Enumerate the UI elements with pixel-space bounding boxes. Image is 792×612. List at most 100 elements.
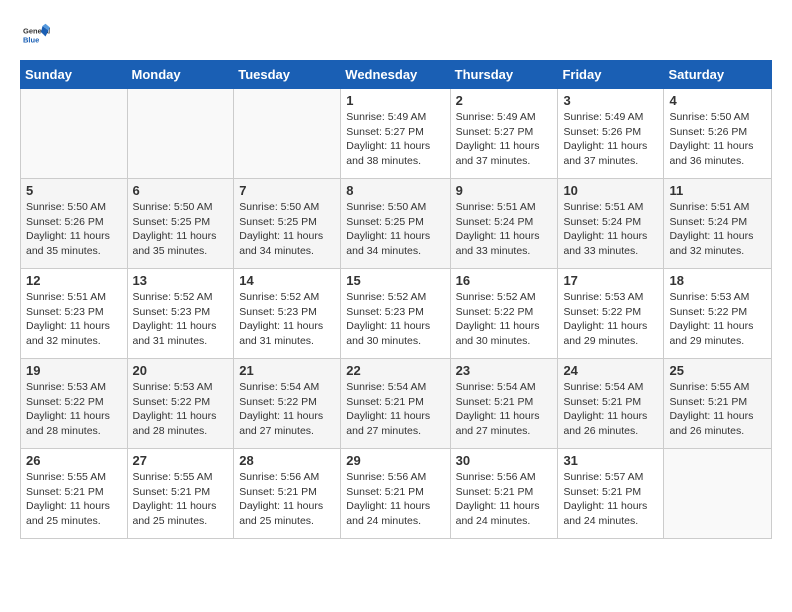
calendar-cell: 12Sunrise: 5:51 AMSunset: 5:23 PMDayligh…	[21, 269, 128, 359]
calendar-cell: 15 Sunrise: 5:52 AMSunset: 5:23 PMDayligh…	[341, 269, 450, 359]
header: General Blue	[20, 20, 772, 50]
calendar-cell: 14Sunrise: 5:52 AMSunset: 5:23 PMDayligh…	[234, 269, 341, 359]
calendar-cell: 4 Sunrise: 5:50 AMSunset: 5:26 PMDaylight…	[664, 89, 772, 179]
calendar-cell: 30 Sunrise: 5:56 AMSunset: 5:21 PMDayligh…	[450, 449, 558, 539]
day-info: Sunrise: 5:56 AMSunset: 5:21 PMDaylight:…	[239, 470, 335, 529]
day-info: Sunrise: 5:53 AMSunset: 5:22 PMDaylight:…	[26, 380, 122, 439]
calendar-week-5: 26 Sunrise: 5:55 AMSunset: 5:21 PMDayligh…	[21, 449, 772, 539]
day-info: Sunrise: 5:56 AMSunset: 5:21 PMDaylight:…	[456, 470, 553, 529]
calendar-week-3: 12Sunrise: 5:51 AMSunset: 5:23 PMDayligh…	[21, 269, 772, 359]
calendar-cell: 29 Sunrise: 5:56 AMSunset: 5:21 PMDayligh…	[341, 449, 450, 539]
day-number: 24	[563, 363, 658, 378]
day-number: 27	[133, 453, 229, 468]
day-number: 25	[669, 363, 766, 378]
day-number: 31	[563, 453, 658, 468]
header-sunday: Sunday	[21, 61, 128, 89]
calendar-cell: 21 Sunrise: 5:54 AMSunset: 5:22 PMDayligh…	[234, 359, 341, 449]
day-number: 13	[133, 273, 229, 288]
header-saturday: Saturday	[664, 61, 772, 89]
day-info: Sunrise: 5:52 AMSunset: 5:23 PMDaylight:…	[239, 290, 335, 349]
header-tuesday: Tuesday	[234, 61, 341, 89]
day-number: 18	[669, 273, 766, 288]
day-info: Sunrise: 5:54 AMSunset: 5:21 PMDaylight:…	[346, 380, 444, 439]
day-info: Sunrise: 5:51 AMSunset: 5:24 PMDaylight:…	[456, 200, 553, 259]
calendar-week-4: 19Sunrise: 5:53 AMSunset: 5:22 PMDayligh…	[21, 359, 772, 449]
day-info: Sunrise: 5:51 AMSunset: 5:24 PMDaylight:…	[669, 200, 766, 259]
day-number: 29	[346, 453, 444, 468]
day-number: 28	[239, 453, 335, 468]
calendar-cell	[234, 89, 341, 179]
calendar-cell	[21, 89, 128, 179]
calendar-cell: 23 Sunrise: 5:54 AMSunset: 5:21 PMDayligh…	[450, 359, 558, 449]
calendar-cell: 1 Sunrise: 5:49 AMSunset: 5:27 PMDaylight…	[341, 89, 450, 179]
day-number: 17	[563, 273, 658, 288]
day-number: 6	[133, 183, 229, 198]
calendar-cell: 3Sunrise: 5:49 AMSunset: 5:26 PMDaylight…	[558, 89, 664, 179]
calendar-cell: 24Sunrise: 5:54 AMSunset: 5:21 PMDayligh…	[558, 359, 664, 449]
day-info: Sunrise: 5:53 AMSunset: 5:22 PMDaylight:…	[669, 290, 766, 349]
day-info: Sunrise: 5:54 AMSunset: 5:22 PMDaylight:…	[239, 380, 335, 439]
header-friday: Friday	[558, 61, 664, 89]
day-number: 22	[346, 363, 444, 378]
calendar-cell: 9 Sunrise: 5:51 AMSunset: 5:24 PMDaylight…	[450, 179, 558, 269]
day-info: Sunrise: 5:49 AMSunset: 5:27 PMDaylight:…	[346, 110, 444, 169]
day-info: Sunrise: 5:55 AMSunset: 5:21 PMDaylight:…	[133, 470, 229, 529]
header-thursday: Thursday	[450, 61, 558, 89]
day-number: 7	[239, 183, 335, 198]
day-info: Sunrise: 5:50 AMSunset: 5:26 PMDaylight:…	[669, 110, 766, 169]
day-info: Sunrise: 5:50 AMSunset: 5:26 PMDaylight:…	[26, 200, 122, 259]
day-number: 11	[669, 183, 766, 198]
header-monday: Monday	[127, 61, 234, 89]
day-info: Sunrise: 5:49 AMSunset: 5:27 PMDaylight:…	[456, 110, 553, 169]
calendar-cell: 5 Sunrise: 5:50 AMSunset: 5:26 PMDaylight…	[21, 179, 128, 269]
calendar-cell: 2 Sunrise: 5:49 AMSunset: 5:27 PMDaylight…	[450, 89, 558, 179]
day-info: Sunrise: 5:51 AMSunset: 5:24 PMDaylight:…	[563, 200, 658, 259]
calendar-week-2: 5 Sunrise: 5:50 AMSunset: 5:26 PMDaylight…	[21, 179, 772, 269]
day-number: 26	[26, 453, 122, 468]
day-info: Sunrise: 5:52 AMSunset: 5:23 PMDaylight:…	[133, 290, 229, 349]
day-number: 10	[563, 183, 658, 198]
day-number: 21	[239, 363, 335, 378]
day-number: 8	[346, 183, 444, 198]
day-info: Sunrise: 5:55 AMSunset: 5:21 PMDaylight:…	[26, 470, 122, 529]
calendar-cell: 16 Sunrise: 5:52 AMSunset: 5:22 PMDayligh…	[450, 269, 558, 359]
day-info: Sunrise: 5:55 AMSunset: 5:21 PMDaylight:…	[669, 380, 766, 439]
calendar-cell: 26 Sunrise: 5:55 AMSunset: 5:21 PMDayligh…	[21, 449, 128, 539]
calendar-cell: 6Sunrise: 5:50 AMSunset: 5:25 PMDaylight…	[127, 179, 234, 269]
day-number: 20	[133, 363, 229, 378]
day-number: 2	[456, 93, 553, 108]
calendar-cell: 22 Sunrise: 5:54 AMSunset: 5:21 PMDayligh…	[341, 359, 450, 449]
day-info: Sunrise: 5:54 AMSunset: 5:21 PMDaylight:…	[456, 380, 553, 439]
calendar-cell: 7 Sunrise: 5:50 AMSunset: 5:25 PMDaylight…	[234, 179, 341, 269]
calendar: SundayMondayTuesdayWednesdayThursdayFrid…	[20, 60, 772, 539]
calendar-cell: 19Sunrise: 5:53 AMSunset: 5:22 PMDayligh…	[21, 359, 128, 449]
calendar-cell: 8Sunrise: 5:50 AMSunset: 5:25 PMDaylight…	[341, 179, 450, 269]
calendar-cell: 27 Sunrise: 5:55 AMSunset: 5:21 PMDayligh…	[127, 449, 234, 539]
calendar-cell: 20 Sunrise: 5:53 AMSunset: 5:22 PMDayligh…	[127, 359, 234, 449]
day-number: 23	[456, 363, 553, 378]
day-info: Sunrise: 5:53 AMSunset: 5:22 PMDaylight:…	[563, 290, 658, 349]
header-wednesday: Wednesday	[341, 61, 450, 89]
day-number: 9	[456, 183, 553, 198]
calendar-week-1: 1 Sunrise: 5:49 AMSunset: 5:27 PMDaylight…	[21, 89, 772, 179]
calendar-cell: 10 Sunrise: 5:51 AMSunset: 5:24 PMDayligh…	[558, 179, 664, 269]
day-info: Sunrise: 5:50 AMSunset: 5:25 PMDaylight:…	[239, 200, 335, 259]
day-number: 1	[346, 93, 444, 108]
day-info: Sunrise: 5:53 AMSunset: 5:22 PMDaylight:…	[133, 380, 229, 439]
day-number: 5	[26, 183, 122, 198]
svg-text:Blue: Blue	[23, 36, 39, 45]
day-number: 4	[669, 93, 766, 108]
day-number: 16	[456, 273, 553, 288]
day-info: Sunrise: 5:52 AMSunset: 5:22 PMDaylight:…	[456, 290, 553, 349]
calendar-cell: 18 Sunrise: 5:53 AMSunset: 5:22 PMDayligh…	[664, 269, 772, 359]
day-info: Sunrise: 5:52 AMSunset: 5:23 PMDaylight:…	[346, 290, 444, 349]
day-info: Sunrise: 5:56 AMSunset: 5:21 PMDaylight:…	[346, 470, 444, 529]
day-info: Sunrise: 5:51 AMSunset: 5:23 PMDaylight:…	[26, 290, 122, 349]
calendar-cell	[127, 89, 234, 179]
day-info: Sunrise: 5:49 AMSunset: 5:26 PMDaylight:…	[563, 110, 658, 169]
day-number: 15	[346, 273, 444, 288]
calendar-header-row: SundayMondayTuesdayWednesdayThursdayFrid…	[21, 61, 772, 89]
calendar-cell	[664, 449, 772, 539]
calendar-cell: 31Sunrise: 5:57 AMSunset: 5:21 PMDayligh…	[558, 449, 664, 539]
day-number: 30	[456, 453, 553, 468]
